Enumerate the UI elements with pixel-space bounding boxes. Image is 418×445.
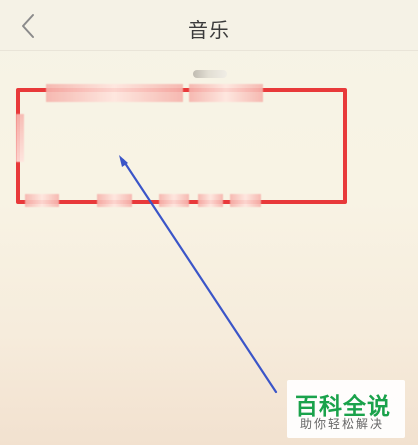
annotation-arrow [119, 155, 278, 394]
watermark: 百科全说 助你轻松解决 [287, 380, 405, 438]
watermark-sub-text: 助你轻松解决 [300, 417, 385, 431]
